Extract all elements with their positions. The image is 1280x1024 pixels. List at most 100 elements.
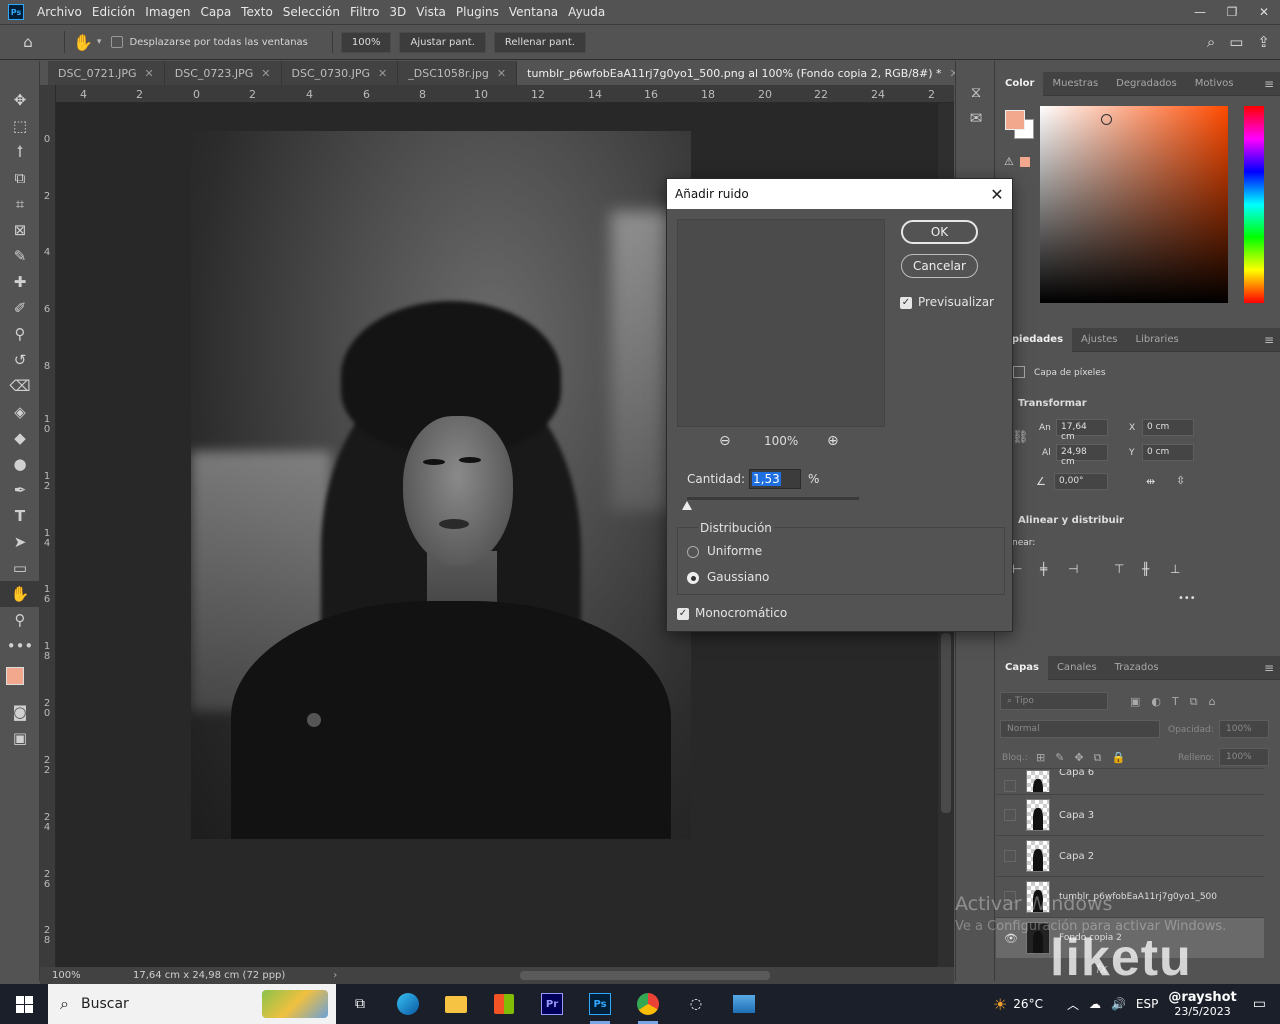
screen-mode-icon[interactable]: ▣ xyxy=(0,725,40,751)
tab-degradados[interactable]: Degradados xyxy=(1107,72,1186,96)
zoom-in-icon[interactable]: ⊕ xyxy=(827,433,839,449)
width-field[interactable]: 17,64 cm xyxy=(1056,419,1108,442)
type-tool-icon[interactable]: T xyxy=(0,503,40,529)
blur-tool-icon[interactable]: ◆ xyxy=(0,425,40,451)
move-tool-icon[interactable]: ✥ xyxy=(0,87,40,113)
align-right-icon[interactable]: ⊣ xyxy=(1068,562,1078,576)
layer-name[interactable]: Capa 6 xyxy=(1059,769,1094,778)
tab-libraries[interactable]: Libraries xyxy=(1127,328,1188,352)
color-picker-cursor[interactable] xyxy=(1101,114,1112,125)
taskbar-search-box[interactable]: ⌕ Buscar xyxy=(48,984,336,1024)
visibility-toggle[interactable] xyxy=(1004,850,1016,862)
weather-temp[interactable]: 26°C xyxy=(1013,997,1043,1011)
zoom-tool-icon[interactable]: ⚲ xyxy=(0,607,40,633)
rectangle-tool-icon[interactable]: ▭ xyxy=(0,555,40,581)
layer-filter-input[interactable]: ⌕ Tipo xyxy=(1000,692,1108,710)
preview-checkbox-row[interactable]: ✓ Previsualizar xyxy=(900,295,994,309)
volume-icon[interactable]: 🔊 xyxy=(1111,997,1126,1011)
amount-input[interactable]: 1,53 xyxy=(749,469,801,489)
dodge-tool-icon[interactable]: ● xyxy=(0,451,40,477)
close-window-button[interactable]: ✕ xyxy=(1248,0,1280,24)
layer-name[interactable]: Capa 3 xyxy=(1059,810,1094,821)
menu-vista[interactable]: Vista xyxy=(411,5,451,19)
panel-menu-icon[interactable]: ≡ xyxy=(1264,77,1274,91)
tab-document[interactable]: DSC_0730.JPG ✕ xyxy=(282,61,399,85)
menu-seleccion[interactable]: Selección xyxy=(278,5,345,19)
menu-filtro[interactable]: Filtro xyxy=(345,5,384,19)
close-icon[interactable]: ✕ xyxy=(261,67,270,80)
menu-edicion[interactable]: Edición xyxy=(87,5,140,19)
chrome-icon[interactable] xyxy=(624,984,672,1024)
share-icon[interactable]: ⇪ xyxy=(1257,33,1270,51)
foreground-swatch[interactable] xyxy=(1005,110,1025,130)
fill-screen-button[interactable]: Rellenar pant. xyxy=(493,31,586,53)
preview-checkbox[interactable]: ✓ xyxy=(900,296,912,309)
horizontal-scrollbar-thumb[interactable] xyxy=(520,971,770,980)
marquee-tool-icon[interactable]: ⬚ xyxy=(0,113,40,139)
color-field[interactable] xyxy=(1040,106,1228,303)
tab-ajustes[interactable]: Ajustes xyxy=(1072,328,1126,352)
healing-brush-icon[interactable]: ✚ xyxy=(0,269,40,295)
scroll-all-checkbox[interactable] xyxy=(111,36,124,48)
stamp-tool-icon[interactable]: ⚲ xyxy=(0,321,40,347)
fit-screen-button[interactable]: Ajustar pant. xyxy=(399,31,486,53)
object-select-tool-icon[interactable]: ⧉ xyxy=(0,165,40,191)
restore-button[interactable]: ❐ xyxy=(1216,0,1248,24)
cancel-button[interactable]: Cancelar xyxy=(901,254,978,278)
layer-row[interactable]: Capa 6 xyxy=(996,768,1264,792)
tab-canales[interactable]: Canales xyxy=(1048,656,1106,680)
align-center-icon[interactable]: ╪ xyxy=(1040,562,1047,576)
close-icon[interactable]: ✕ xyxy=(497,67,506,80)
foreground-color-swatch[interactable] xyxy=(6,667,24,685)
tab-document[interactable]: DSC_0723.JPG ✕ xyxy=(165,61,282,85)
home-icon[interactable]: ⌂ xyxy=(0,29,56,55)
windows-start-icon[interactable] xyxy=(0,984,48,1024)
menu-capa[interactable]: Capa xyxy=(195,5,236,19)
align-middle-icon[interactable]: ╫ xyxy=(1142,562,1149,576)
tab-document[interactable]: _DSC1058r.jpg ✕ xyxy=(398,61,518,85)
menu-texto[interactable]: Texto xyxy=(236,5,278,19)
height-field[interactable]: 24,98 cm xyxy=(1056,444,1108,467)
mono-option[interactable]: ✓ Monocromático xyxy=(677,606,787,620)
tab-document[interactable]: DSC_0721.JPG ✕ xyxy=(48,61,165,85)
menu-ayuda[interactable]: Ayuda xyxy=(563,5,610,19)
hue-slider[interactable] xyxy=(1244,106,1264,303)
panel-menu-icon[interactable]: ≡ xyxy=(1264,661,1274,675)
tab-capas[interactable]: Capas xyxy=(996,655,1048,680)
x-field[interactable]: 0 cm xyxy=(1142,419,1194,436)
zoom-100-button[interactable]: 100% xyxy=(340,31,392,53)
gamut-warning-icon[interactable]: ⚠ xyxy=(1004,155,1030,168)
search-icon[interactable]: ⌕ xyxy=(1207,33,1215,51)
tab-document-active[interactable]: tumblr_p6wfobEaA11rj7g0yo1_500.png al 10… xyxy=(517,61,970,85)
close-icon[interactable]: ✕ xyxy=(378,67,387,80)
zoom-out-icon[interactable]: ⊖ xyxy=(719,433,731,449)
workspace-icon[interactable]: ▭ xyxy=(1229,33,1243,51)
monochromatic-checkbox[interactable]: ✓ xyxy=(677,607,689,620)
pen-tool-icon[interactable]: ✒ xyxy=(0,477,40,503)
history-brush-icon[interactable]: ↺ xyxy=(0,347,40,373)
tab-motivos[interactable]: Motivos xyxy=(1186,72,1243,96)
network-icon[interactable]: ☁ xyxy=(1089,997,1101,1011)
close-icon[interactable]: ✕ xyxy=(982,185,1012,204)
flip-vertical-icon[interactable]: ⇳ xyxy=(1176,474,1185,487)
filter-preview[interactable] xyxy=(677,219,885,427)
chevron-down-icon[interactable]: ▾ xyxy=(97,37,102,47)
notifications-icon[interactable]: ▭ xyxy=(1253,996,1266,1012)
app-ring-icon[interactable]: ◌ xyxy=(672,984,720,1024)
visibility-toggle[interactable] xyxy=(1004,809,1016,821)
link-icon[interactable]: ⛓ xyxy=(1012,430,1029,445)
align-left-icon[interactable]: ⊢ xyxy=(1012,562,1022,576)
photoshop-taskbar-icon[interactable]: Ps xyxy=(576,984,624,1024)
amount-slider-thumb[interactable] xyxy=(682,501,692,510)
tray-date[interactable]: 23/5/2023 xyxy=(1174,1005,1230,1018)
task-view-icon[interactable]: ⧉ xyxy=(336,984,384,1024)
hand-tool-preset-icon[interactable]: ✋ xyxy=(73,33,93,52)
status-zoom[interactable]: 100% xyxy=(40,970,133,981)
more-tools-icon[interactable]: ••• xyxy=(0,633,40,659)
eraser-tool-icon[interactable]: ⌫ xyxy=(0,373,40,399)
ok-button[interactable]: OK xyxy=(901,220,978,244)
menu-3d[interactable]: 3D xyxy=(384,5,411,19)
minimize-button[interactable]: — xyxy=(1184,0,1216,24)
menu-ventana[interactable]: Ventana xyxy=(504,5,563,19)
status-menu-arrow-icon[interactable]: › xyxy=(333,970,337,981)
